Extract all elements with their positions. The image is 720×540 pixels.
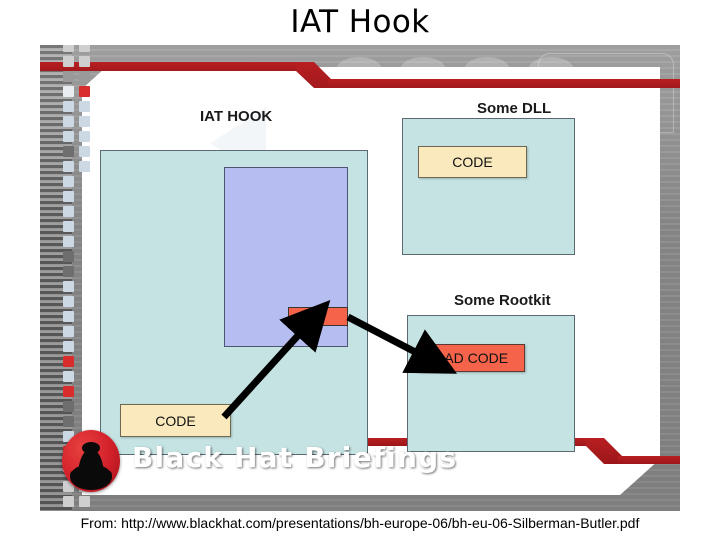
diagram-label-some-rootkit: Some Rootkit bbox=[454, 292, 551, 309]
rail-square bbox=[63, 131, 74, 142]
rail-square bbox=[63, 221, 74, 232]
hat-silhouette-icon bbox=[70, 442, 112, 490]
rail-square bbox=[63, 496, 74, 507]
rail-square bbox=[63, 45, 74, 52]
rail-square bbox=[63, 86, 74, 97]
rail-square bbox=[79, 45, 90, 52]
slide-canvas: IAT HOOK CODE Some DLL CODE Some Rootkit… bbox=[40, 45, 680, 511]
diagram-label-iat-hook: IAT HOOK bbox=[200, 108, 273, 125]
rail-square bbox=[63, 161, 74, 172]
top-red-stripe bbox=[40, 62, 680, 90]
dll-code-box: CODE bbox=[418, 146, 527, 178]
rail-square bbox=[63, 416, 74, 427]
rail-square bbox=[79, 146, 90, 157]
black-hat-logo bbox=[62, 430, 120, 492]
black-hat-wordmark: Black Hat Briefings bbox=[132, 441, 458, 474]
some-rootkit-container-box bbox=[407, 315, 575, 452]
diagram-label-some-dll: Some DLL bbox=[477, 100, 552, 117]
top-red-stripe-step bbox=[296, 62, 332, 88]
rail-square bbox=[79, 86, 90, 97]
rail-square bbox=[79, 161, 90, 172]
rail-square bbox=[63, 371, 74, 382]
process-code-box: CODE bbox=[120, 404, 231, 437]
rail-square bbox=[63, 176, 74, 187]
some-dll-container-box bbox=[402, 118, 575, 255]
rail-square bbox=[63, 116, 74, 127]
rail-square bbox=[63, 236, 74, 247]
rail-square bbox=[79, 116, 90, 127]
rail-square bbox=[63, 356, 74, 367]
rail-square bbox=[63, 386, 74, 397]
rail-square bbox=[63, 206, 74, 217]
rail-square bbox=[63, 101, 74, 112]
rail-square bbox=[63, 326, 74, 337]
rail-square bbox=[63, 296, 74, 307]
source-caption: From: http://www.blackhat.com/presentati… bbox=[80, 515, 640, 531]
hooked-iat-entry bbox=[288, 307, 348, 326]
rail-square bbox=[63, 251, 74, 262]
rail-square bbox=[79, 56, 90, 67]
rail-square bbox=[79, 101, 90, 112]
rail-square bbox=[63, 311, 74, 322]
rail-square bbox=[63, 281, 74, 292]
rail-square bbox=[63, 56, 74, 67]
rail-square bbox=[63, 146, 74, 157]
rail-square bbox=[79, 71, 90, 82]
page-title: IAT Hook bbox=[290, 4, 430, 40]
rail-square bbox=[79, 496, 90, 507]
bottom-red-stripe-right bbox=[618, 456, 680, 464]
rootkit-bad-code-box: BAD CODE bbox=[418, 344, 525, 372]
rail-square bbox=[79, 131, 90, 142]
top-red-stripe-right bbox=[328, 79, 680, 88]
rail-square bbox=[63, 341, 74, 352]
rail-square bbox=[63, 191, 74, 202]
rail-square bbox=[63, 71, 74, 82]
rail-square bbox=[63, 266, 74, 277]
rail-square bbox=[63, 401, 74, 412]
